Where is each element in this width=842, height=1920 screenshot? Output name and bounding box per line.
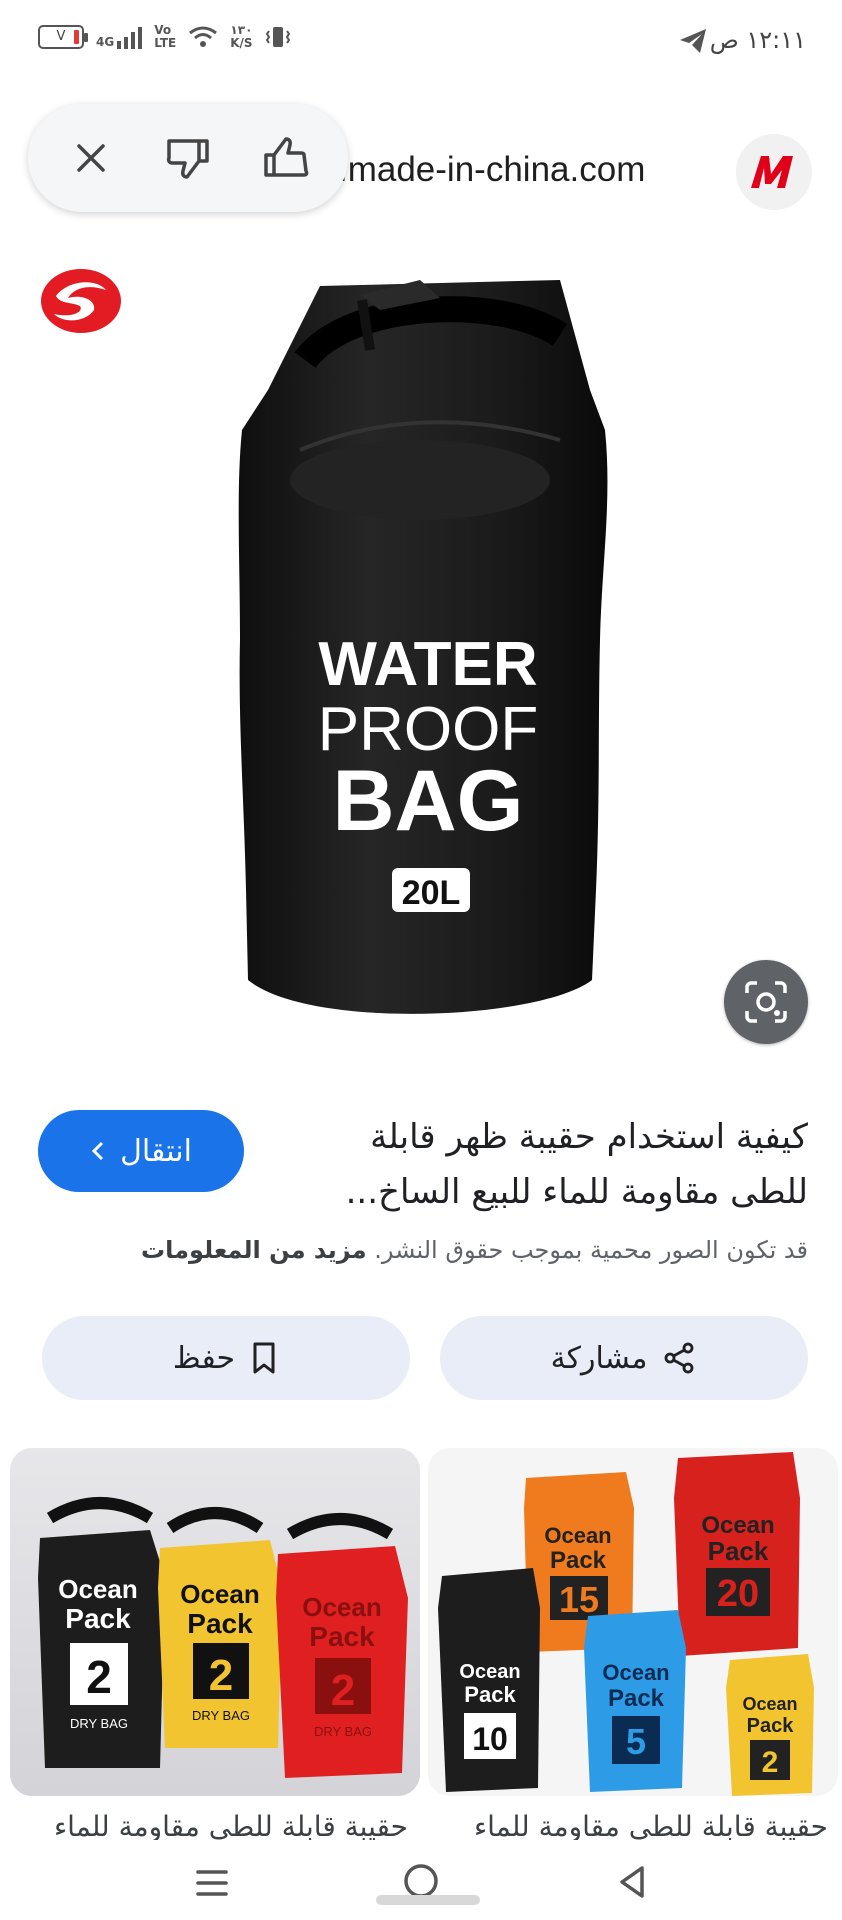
status-icons: V 4G Vo LTE ١٣٠ K/S	[38, 24, 291, 50]
pack-brand-line1: Ocean	[459, 1661, 520, 1683]
pack-brand-line1: Ocean	[302, 1592, 382, 1622]
related-card[interactable]: Ocean Pack 15 Ocean Pack 20 Ocean Pack 1…	[428, 1448, 838, 1796]
related-card[interactable]: Ocean Pack 2 DRY BAG Ocean Pack 2 DRY BA…	[10, 1448, 420, 1796]
visit-label: انتقال	[120, 1133, 192, 1169]
pack-brand-line2: Pack	[464, 1682, 516, 1707]
pack-brand-line2: Pack	[747, 1715, 795, 1737]
pack-dry-label: DRY BAG	[314, 1724, 372, 1739]
bag-capacity: 20L	[402, 874, 461, 912]
share-icon	[665, 1342, 694, 1374]
pack-brand-line2: Pack	[309, 1621, 375, 1652]
pack-brand-line1: Ocean	[701, 1512, 774, 1539]
battery-icon: V	[38, 25, 88, 49]
thumb-down-icon	[166, 139, 209, 179]
pack-brand-line2: Pack	[65, 1603, 131, 1634]
pack-size: 2	[209, 1651, 233, 1700]
battery-label: V	[56, 29, 66, 44]
more-info-link[interactable]: مزيد من المعلومات	[141, 1236, 367, 1264]
bag-text-bag: BAG	[332, 753, 523, 849]
speed-unit: K/S	[230, 36, 253, 50]
bag-text-water: WATER	[318, 630, 537, 699]
system-nav-bar	[0, 1850, 842, 1920]
pack-size: 5	[626, 1721, 646, 1762]
status-time: ١٢:١١ ص	[709, 26, 806, 54]
pack-brand-line1: Ocean	[58, 1574, 138, 1604]
close-button[interactable]	[55, 122, 127, 194]
related-image-multi-packs: Ocean Pack 15 Ocean Pack 20 Ocean Pack 1…	[438, 1452, 814, 1796]
pack-dry-label: DRY BAG	[192, 1708, 250, 1723]
save-label: حفظ	[172, 1340, 236, 1376]
black-pack: Ocean Pack 10	[438, 1568, 540, 1792]
status-bar: V 4G Vo LTE ١٣٠ K/S ١٢:١١ ص	[0, 0, 842, 80]
main-product-image[interactable]: WATER PROOF BAG 20L	[0, 240, 842, 1060]
chevron-left-icon	[91, 1141, 104, 1161]
network-type: 4G	[96, 35, 115, 49]
source-domain[interactable]: .made-in-china.com	[338, 150, 645, 190]
source-favicon[interactable]	[736, 134, 812, 210]
pack-brand-line1: Ocean	[180, 1579, 260, 1609]
like-button[interactable]	[249, 122, 321, 194]
copyright-notice: قد تكون الصور محمية بموجب حقوق النشر. مز…	[28, 1236, 808, 1264]
pack-size: 10	[472, 1721, 508, 1757]
share-button[interactable]: مشاركة	[440, 1316, 808, 1400]
telegram-icon	[680, 29, 706, 53]
feedback-bar	[28, 104, 348, 212]
pack-size: 20	[717, 1573, 759, 1615]
pack-brand-line2: Pack	[550, 1547, 607, 1574]
black-pack: Ocean Pack 2 DRY BAG	[38, 1497, 165, 1768]
pack-brand-line2: Pack	[187, 1608, 253, 1639]
speed-indicator: ١٣٠ K/S	[230, 24, 252, 50]
vibrate-icon	[265, 27, 290, 47]
pack-brand-line1: Ocean	[742, 1694, 797, 1714]
result-title[interactable]: كيفية استخدام حقيبة ظهر قابلة للطى مقاوم…	[288, 1110, 808, 1220]
store-logo-icon	[41, 269, 121, 333]
made-in-china-logo-icon	[751, 156, 793, 188]
pack-brand-line2: Pack	[708, 1536, 769, 1566]
related-caption[interactable]: حقيبة قابلة للطى مقاومة للماء	[18, 1810, 408, 1840]
share-label: مشاركة	[550, 1340, 648, 1376]
bookmark-icon	[253, 1342, 275, 1374]
copyright-text: قد تكون الصور محمية بموجب حقوق النشر.	[374, 1236, 808, 1264]
lens-search-button[interactable]	[724, 960, 808, 1044]
yellow-pack: Ocean Pack 2 DRY BAG	[158, 1507, 282, 1748]
blue-pack: Ocean Pack 5	[584, 1610, 686, 1792]
back-triangle-icon[interactable]	[616, 1864, 648, 1900]
pack-size: 2	[86, 1651, 112, 1703]
pack-brand-line1: Ocean	[602, 1660, 669, 1685]
pack-brand-line1: Ocean	[544, 1523, 611, 1548]
gesture-handle[interactable]	[376, 1895, 480, 1905]
close-icon	[76, 144, 105, 172]
pack-size: 15	[559, 1579, 599, 1620]
signal-icon	[117, 25, 143, 49]
red-pack: Ocean Pack 20	[674, 1452, 800, 1656]
volte-icon: Vo LTE	[154, 23, 177, 50]
dislike-button[interactable]	[152, 122, 224, 194]
recents-menu-icon[interactable]	[196, 1866, 228, 1900]
pack-dry-label: DRY BAG	[70, 1716, 128, 1731]
thumb-up-icon	[264, 137, 309, 177]
google-lens-icon	[745, 981, 787, 1023]
pack-brand-line2: Pack	[608, 1685, 665, 1712]
related-image-small-packs: Ocean Pack 2 DRY BAG Ocean Pack 2 DRY BA…	[38, 1497, 408, 1778]
save-button[interactable]: حفظ	[42, 1316, 410, 1400]
yellow-pack: Ocean Pack 2	[726, 1654, 814, 1796]
visit-button[interactable]: انتقال	[38, 1110, 244, 1192]
related-caption[interactable]: حقيبة قابلة للطى مقاومة للماء	[438, 1810, 828, 1840]
pack-size: 2	[331, 1666, 355, 1715]
pack-size: 2	[762, 1746, 779, 1779]
wifi-icon	[189, 26, 218, 47]
red-pack: Ocean Pack 2 DRY BAG	[276, 1513, 408, 1778]
